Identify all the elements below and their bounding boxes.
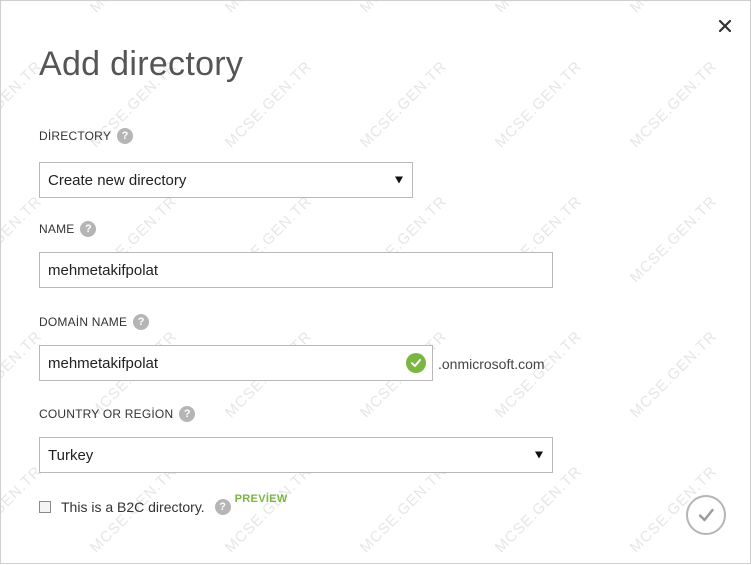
watermark-text: MCSE.GEN.TR xyxy=(626,327,721,422)
watermark-text: MCSE.GEN.TR xyxy=(357,1,450,16)
confirm-button[interactable] xyxy=(686,495,726,535)
watermark-text: MCSE.GEN.TR xyxy=(356,462,451,557)
country-label-text: COUNTRY OR REGİON xyxy=(39,407,174,421)
watermark-text: MCSE.GEN.TR xyxy=(492,1,585,16)
dropdown-arrow-icon xyxy=(535,451,543,459)
help-icon[interactable]: ? xyxy=(214,499,231,515)
dialog-title: Add directory xyxy=(39,45,244,83)
close-button[interactable] xyxy=(714,15,736,37)
b2c-label: This is a B2C directory. xyxy=(61,499,205,515)
add-directory-dialog: MCSE.GEN.TR MCSE.GEN.TR MCSE.GEN.TR MCSE.GE… xyxy=(0,0,751,564)
domain-name-input[interactable] xyxy=(39,345,433,381)
directory-label: DİRECTORY ? xyxy=(39,128,134,144)
directory-select-value: Create new directory xyxy=(48,171,187,189)
check-circle-icon xyxy=(406,353,426,373)
name-input[interactable] xyxy=(39,252,553,288)
help-icon[interactable]: ? xyxy=(179,406,196,422)
help-icon[interactable]: ? xyxy=(117,128,134,144)
country-label: COUNTRY OR REGİON ? xyxy=(39,406,196,422)
country-select-value: Turkey xyxy=(48,446,94,464)
b2c-checkbox[interactable] xyxy=(39,501,51,513)
b2c-row: This is a B2C directory. ? PREVİEW xyxy=(39,493,288,515)
country-select[interactable]: Turkey xyxy=(39,437,553,473)
directory-label-text: DİRECTORY xyxy=(39,129,112,143)
name-label: NAME ? xyxy=(39,221,97,237)
watermark-text: MCSE.GEN.TR xyxy=(626,57,721,152)
watermark-text: MCSE.GEN.TR xyxy=(627,1,720,16)
directory-select[interactable]: Create new directory xyxy=(39,162,413,198)
domain-name-label: DOMAİN NAME ? xyxy=(39,314,150,330)
watermark-text: MCSE.GEN.TR xyxy=(1,1,45,16)
dropdown-arrow-icon xyxy=(395,176,403,184)
help-icon[interactable]: ? xyxy=(80,221,97,237)
watermark-text: MCSE.GEN.TR xyxy=(491,327,586,422)
watermark-text: MCSE.GEN.TR xyxy=(356,57,451,152)
watermark-text: MCSE.GEN.TR xyxy=(87,1,180,16)
watermark-text: MCSE.GEN.TR xyxy=(491,57,586,152)
preview-badge: PREVİEW xyxy=(234,493,288,505)
help-icon[interactable]: ? xyxy=(133,314,150,330)
watermark-text: MCSE.GEN.TR xyxy=(491,462,586,557)
domain-name-label-text: DOMAİN NAME xyxy=(39,315,128,329)
name-label-text: NAME xyxy=(39,222,75,236)
watermark-text: MCSE.GEN.TR xyxy=(222,1,315,16)
checkmark-icon xyxy=(698,508,714,522)
watermark-text: MCSE.GEN.TR xyxy=(626,192,721,287)
close-icon xyxy=(719,20,731,32)
domain-suffix: .onmicrosoft.com xyxy=(438,356,545,372)
